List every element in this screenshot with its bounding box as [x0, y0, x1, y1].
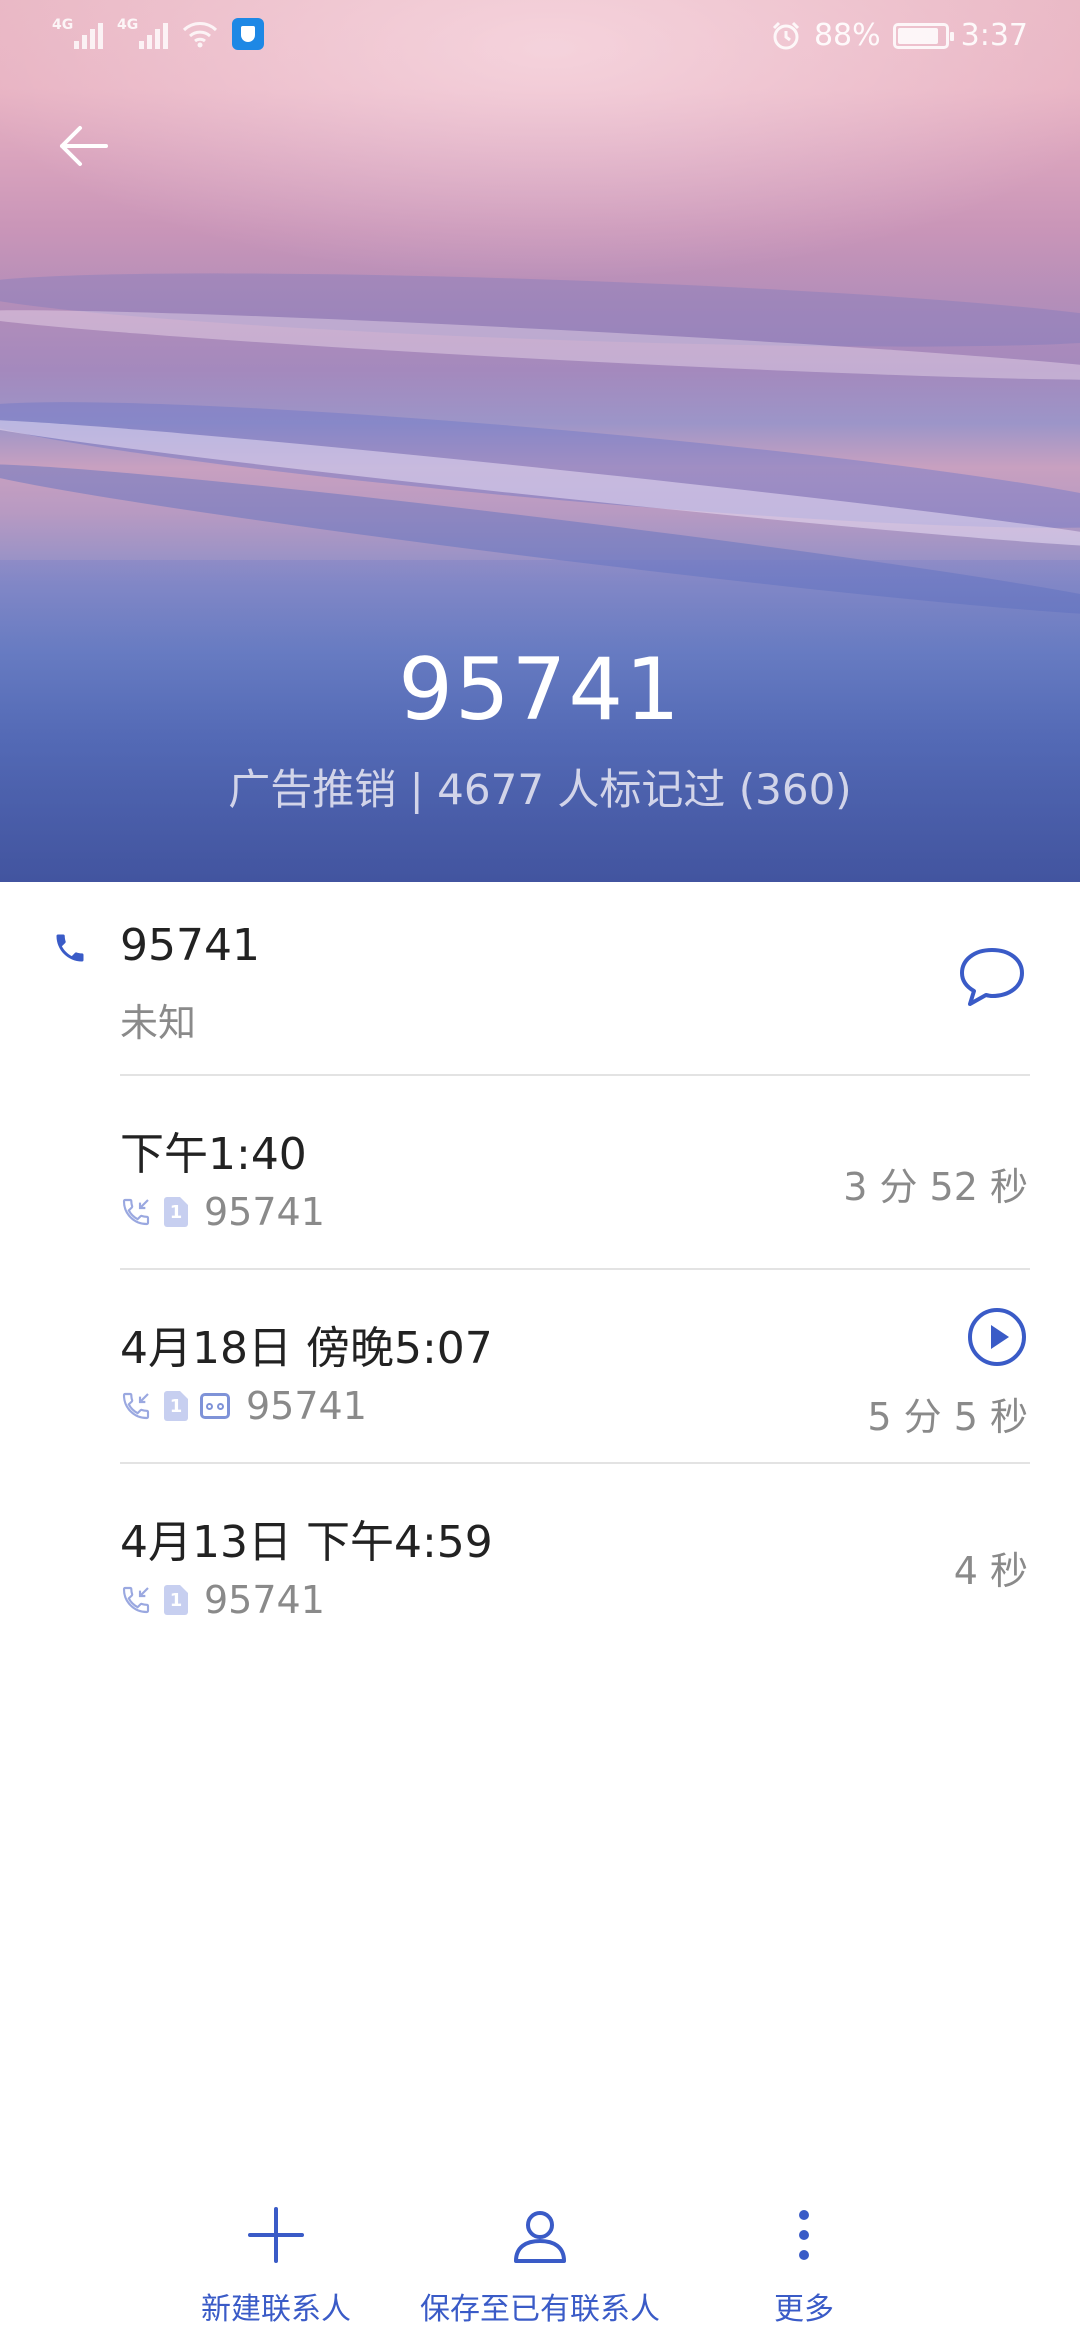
back-button[interactable] [48, 110, 120, 182]
caller-number-title: 95741 [398, 640, 682, 740]
cellular-signal-icon: 4G [52, 17, 103, 49]
save-to-existing-contact-button[interactable]: 保存至已有联系人 [400, 2190, 680, 2328]
more-label: 更多 [774, 2292, 834, 2327]
wifi-icon [182, 22, 218, 48]
arrow-left-icon [60, 126, 108, 166]
send-message-button[interactable] [956, 944, 1028, 1010]
bottom-toolbar: 新建联系人 保存至已有联系人 更多 [0, 2190, 1080, 2340]
sim-1-icon: 1 [164, 1391, 188, 1421]
phone-icon [56, 934, 84, 962]
call-time: 4月18日 傍晚5:07 [120, 1323, 493, 1374]
call-time: 4月13日 下午4:59 [120, 1517, 493, 1568]
incoming-call-icon [122, 1198, 150, 1226]
play-icon [968, 1308, 1026, 1366]
cellular-signal-icon: 4G [117, 17, 168, 49]
call-log-item[interactable]: 下午1:40 1 95741 3 分 52 秒 [0, 1076, 1080, 1268]
number-location: 未知 [120, 1001, 197, 1045]
new-contact-label: 新建联系人 [201, 2292, 351, 2327]
security-app-icon [232, 18, 264, 50]
call-number: 95741 [246, 1384, 367, 1428]
call-duration: 5 分 5 秒 [867, 1395, 1028, 1439]
incoming-call-icon [122, 1392, 150, 1420]
phone-number: 95741 [120, 920, 260, 971]
call-time: 下午1:40 [120, 1129, 307, 1180]
spam-label: 广告推销 | 4677 人标记过 (360) [228, 765, 852, 814]
person-icon [514, 2211, 566, 2263]
battery-percent: 88% [813, 18, 881, 53]
call-details: 95741 未知 下午1:40 1 95741 3 分 52 秒 4月18日 傍… [0, 882, 1080, 1622]
incoming-call-icon [122, 1586, 150, 1614]
message-bubble-icon [960, 948, 1024, 1006]
call-number: 95741 [204, 1578, 325, 1622]
status-bar: 4G 4G 88% 3:37 [0, 0, 1080, 74]
sim-1-icon: 1 [164, 1585, 188, 1615]
plus-icon [248, 2207, 304, 2263]
clock: 3:37 [960, 18, 1028, 53]
call-log-item[interactable]: 4月18日 傍晚5:07 1 95741 5 分 5 秒 [0, 1270, 1080, 1462]
voicemail-icon [200, 1393, 230, 1419]
more-button[interactable]: 更多 [664, 2190, 944, 2328]
save-to-existing-label: 保存至已有联系人 [420, 2292, 660, 2327]
battery-icon [892, 22, 954, 49]
play-recording-button[interactable] [966, 1306, 1028, 1368]
more-vertical-icon [799, 2210, 809, 2260]
call-number: 95741 [204, 1190, 325, 1234]
call-log-item[interactable]: 4月13日 下午4:59 1 95741 4 秒 [0, 1464, 1080, 1656]
call-duration: 3 分 52 秒 [843, 1165, 1028, 1209]
alarm-icon [772, 21, 799, 49]
number-row[interactable]: 95741 未知 [0, 882, 1080, 1074]
new-contact-button[interactable]: 新建联系人 [136, 2190, 416, 2328]
call-duration: 4 秒 [953, 1549, 1028, 1593]
header-background: 4G 4G 88% 3:37 95741 广告推销 | 4677 人标记过 (3… [0, 0, 1080, 882]
sim-1-icon: 1 [164, 1197, 188, 1227]
